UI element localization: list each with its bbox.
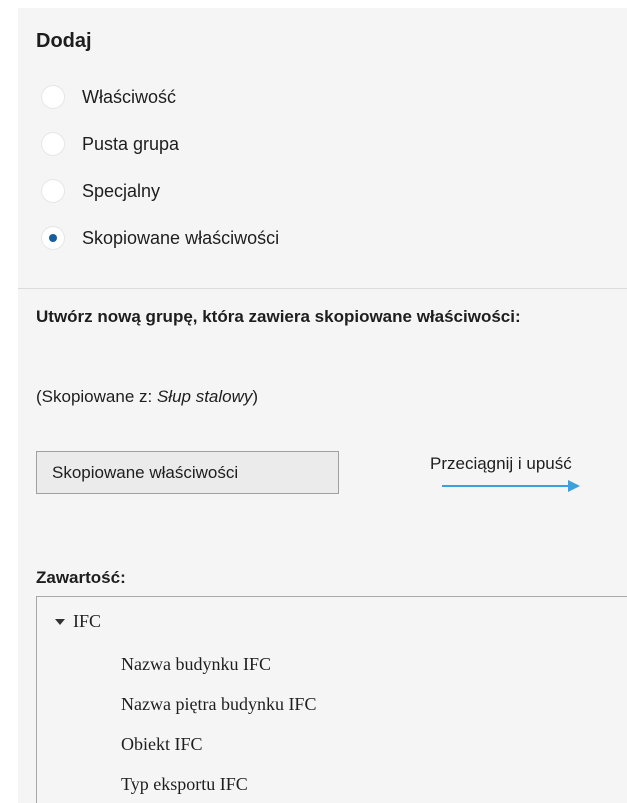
radio-label-empty-group: Pusta grupa (82, 133, 180, 154)
radio-button-copied-properties[interactable] (42, 227, 64, 249)
radio-option-special[interactable]: Specjalny (42, 176, 160, 206)
copied-from-source: Słup stalowy (156, 387, 253, 406)
section-title-add: Dodaj (36, 30, 92, 52)
radio-label-property: Właściwość (82, 86, 177, 107)
radio-label-special: Specjalny (82, 180, 161, 201)
radio-button-empty-group[interactable] (42, 133, 64, 155)
tree-node-ifc[interactable]: IFC (55, 611, 101, 632)
copied-properties-drag-item[interactable]: Skopiowane właściwości (36, 451, 339, 494)
radio-option-property[interactable]: Właściwość (42, 82, 176, 112)
section-divider (18, 288, 627, 289)
contents-tree: IFC Nazwa budynku IFC Nazwa piętra budyn… (36, 596, 627, 803)
caret-down-icon[interactable] (55, 618, 65, 625)
drag-and-drop-hint: Przeciągnij i upuść (430, 454, 572, 473)
tree-item[interactable]: Typ eksportu IFC (121, 774, 248, 795)
radio-selected-dot (49, 234, 57, 242)
tree-item[interactable]: Obiekt IFC (121, 734, 203, 755)
radio-button-property[interactable] (42, 86, 64, 108)
radio-button-special[interactable] (42, 180, 64, 202)
radio-option-empty-group[interactable]: Pusta grupa (42, 129, 179, 159)
radio-label-copied-properties: Skopiowane właściwości (82, 227, 280, 248)
tree-item[interactable]: Nazwa piętra budynku IFC (121, 694, 316, 715)
copied-group-description: Utwórz nową grupę, która zawiera skopiow… (36, 307, 521, 326)
add-property-panel: Dodaj Właściwość Pusta grupa Specjalny S… (18, 8, 627, 803)
copied-from-prefix: (Skopiowane z: (36, 387, 157, 406)
copied-from-text: (Skopiowane z: Słup stalowy) (36, 387, 258, 407)
arrow-right-icon (442, 480, 580, 492)
copied-from-suffix: ) (252, 387, 259, 406)
tree-node-label: IFC (73, 611, 102, 631)
tree-item[interactable]: Nazwa budynku IFC (121, 654, 271, 675)
radio-option-copied-properties[interactable]: Skopiowane właściwości (42, 223, 279, 253)
contents-label: Zawartość: (36, 568, 126, 587)
